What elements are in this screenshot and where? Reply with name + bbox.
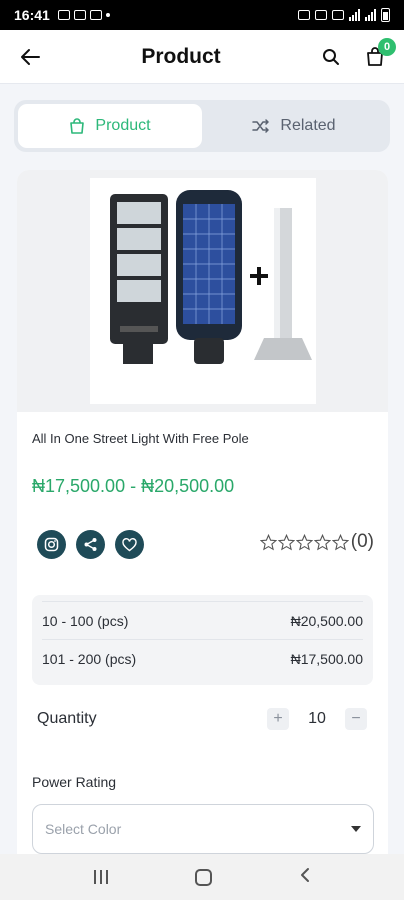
instagram-button[interactable] xyxy=(37,530,66,559)
cart-button[interactable]: 0 xyxy=(362,37,396,70)
recents-icon xyxy=(93,870,96,884)
quantity-stepper: + 10 − xyxy=(267,708,367,730)
rating-count: (0) xyxy=(350,531,374,552)
star-rating xyxy=(259,533,349,551)
star-icon xyxy=(277,533,295,550)
signal-icon xyxy=(365,9,376,21)
search-button[interactable] xyxy=(318,44,344,70)
share-actions xyxy=(37,530,144,559)
content-area: Product Related All In One Street Light … xyxy=(0,84,404,854)
recents-button[interactable] xyxy=(93,870,108,884)
tab-bar: Product Related xyxy=(14,100,390,152)
status-time: 16:41 xyxy=(14,7,50,23)
increment-button[interactable]: + xyxy=(267,708,289,730)
quantity-row: Quantity + 10 − xyxy=(37,708,367,730)
product-image[interactable] xyxy=(90,178,316,404)
price-tiers-table: 10 - 100 (pcs) ₦20,500.00 101 - 200 (pcs… xyxy=(32,595,373,685)
tier-price: ₦20,500.00 xyxy=(290,612,363,629)
star-icon xyxy=(331,533,349,550)
instagram-icon xyxy=(44,537,59,552)
shuffle-icon xyxy=(252,119,270,133)
signal-icon xyxy=(349,9,360,21)
system-nav-bar xyxy=(0,854,404,900)
mute-icon xyxy=(315,10,327,20)
color-select-placeholder: Select Color xyxy=(45,821,122,837)
tab-related-label: Related xyxy=(280,117,336,134)
tier-range: 10 - 100 (pcs) xyxy=(42,612,129,629)
decrement-button[interactable]: − xyxy=(345,708,367,730)
alarm-icon xyxy=(298,10,310,20)
home-button[interactable] xyxy=(194,868,212,886)
product-rating: (0) xyxy=(259,531,374,553)
notification-icons xyxy=(57,10,110,20)
wishlist-button[interactable] xyxy=(115,530,144,559)
twitter-notification-icon xyxy=(89,10,102,20)
product-name: All In One Street Light With Free Pole xyxy=(32,431,249,446)
product-image-area xyxy=(17,170,388,412)
plus-icon: + xyxy=(273,710,283,727)
power-rating-label: Power Rating xyxy=(32,774,117,790)
status-bar: 16:41 xyxy=(0,0,404,30)
tier-range: 101 - 200 (pcs) xyxy=(42,650,137,667)
table-row: 101 - 200 (pcs) ₦17,500.00 xyxy=(42,639,363,677)
shopping-bag-icon xyxy=(70,118,85,134)
system-back-button[interactable] xyxy=(299,867,311,888)
minus-icon: − xyxy=(351,710,361,727)
tab-product[interactable]: Product xyxy=(18,104,202,148)
page-title: Product xyxy=(141,44,221,68)
product-price: ₦17,500.00 - ₦20,500.00 xyxy=(32,476,235,496)
quantity-value[interactable]: 10 xyxy=(305,710,329,728)
street-light-illustration xyxy=(110,190,312,364)
cart-count-badge: 0 xyxy=(378,37,396,56)
heart-icon xyxy=(122,537,137,551)
table-row: 10 - 100 (pcs) ₦20,500.00 xyxy=(42,601,363,639)
search-icon xyxy=(323,48,339,65)
tab-related[interactable]: Related xyxy=(202,104,386,148)
system-icons xyxy=(298,8,390,22)
back-button[interactable] xyxy=(16,43,44,71)
arrow-left-icon xyxy=(21,48,40,65)
tab-product-label: Product xyxy=(95,117,151,134)
gallery-notification-icon xyxy=(57,10,70,20)
battery-icon xyxy=(381,8,390,22)
star-icon xyxy=(259,533,277,550)
chevron-left-icon xyxy=(300,867,309,882)
color-select[interactable]: Select Color xyxy=(32,804,374,854)
share-icon xyxy=(84,538,97,551)
star-icon xyxy=(313,533,331,550)
twitter-notification-icon xyxy=(73,10,86,20)
share-button[interactable] xyxy=(76,530,105,559)
more-notifications-icon xyxy=(105,13,110,17)
star-icon xyxy=(295,533,313,550)
tier-price: ₦17,500.00 xyxy=(290,650,363,667)
product-card: All In One Street Light With Free Pole ₦… xyxy=(17,170,388,854)
quantity-label: Quantity xyxy=(37,710,97,727)
wifi-icon xyxy=(332,10,344,20)
caret-down-icon xyxy=(351,826,361,832)
app-header: Product 0 xyxy=(0,30,404,84)
